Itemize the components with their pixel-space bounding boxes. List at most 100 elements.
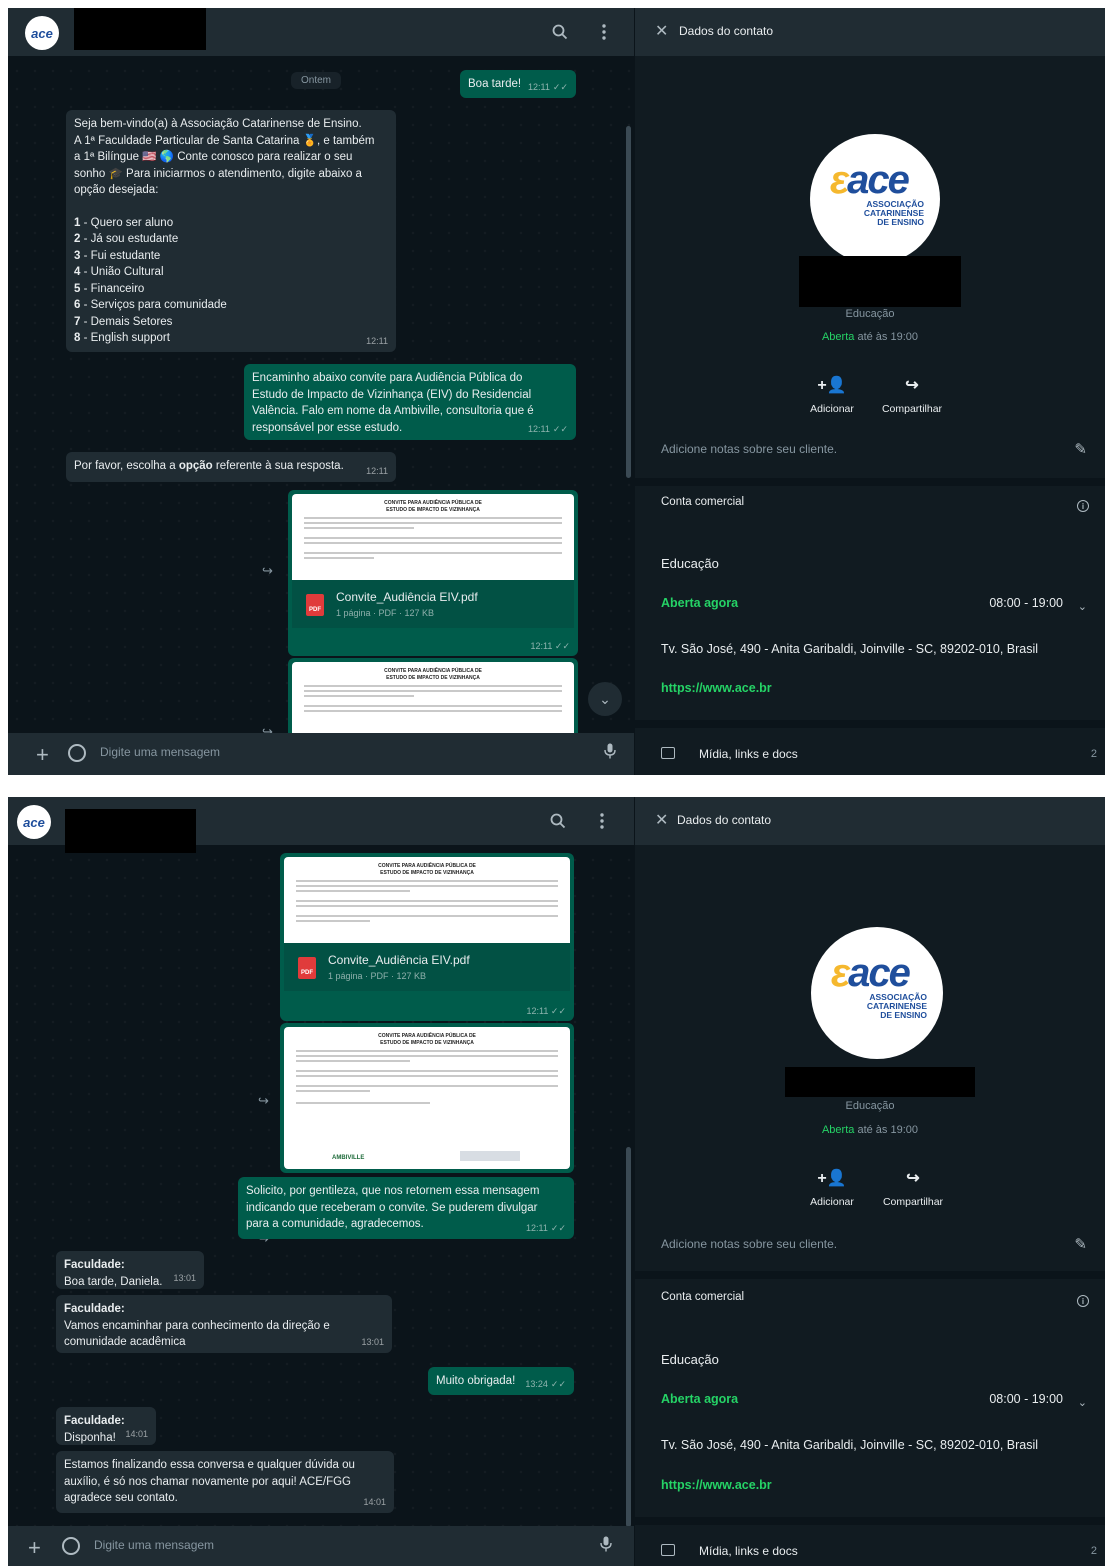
message-input[interactable]: Digite uma mensagem: [100, 745, 220, 759]
message-line: Vamos encaminhar para conhecimento da di…: [64, 1319, 330, 1332]
ambiville-logo: AMBIVILLE: [332, 1155, 365, 1161]
message-input[interactable]: Digite uma mensagem: [94, 1538, 214, 1552]
message-incoming-forward[interactable]: Faculdade: Vamos encaminhar para conheci…: [56, 1295, 392, 1353]
add-contact-button[interactable]: +👤 Adicionar: [787, 1168, 877, 1208]
emoji-icon[interactable]: [62, 1537, 80, 1555]
close-icon[interactable]: ✕: [655, 21, 668, 41]
scrollbar[interactable]: [626, 1147, 631, 1527]
add-contact-button[interactable]: +👤 Adicionar: [787, 375, 877, 415]
message-incoming-disponha[interactable]: Faculdade: Disponha! 14:01: [56, 1407, 156, 1445]
message-outgoing[interactable]: Boa tarde! 12:11 ✓✓: [460, 70, 576, 98]
redacted-contact-name: [65, 809, 196, 853]
pdf-file-icon: PDF: [306, 594, 324, 616]
day-separator: Ontem: [291, 72, 342, 89]
section-divider: [635, 1517, 1105, 1525]
info-icon[interactable]: i: [1077, 500, 1089, 512]
pdf-image-attachment[interactable]: CONVITE PARA AUDIÊNCIA PÚBLICA DE ESTUDO …: [280, 1023, 574, 1173]
media-label: Mídia, links e docs: [699, 747, 798, 761]
message-outgoing-invite[interactable]: Encaminho abaixo convite para Audiência …: [244, 364, 576, 440]
message-text: Boa tarde, Daniela.: [64, 1275, 163, 1288]
menu-icon[interactable]: [590, 809, 614, 833]
panel-title: Dados do contato: [679, 24, 774, 38]
message-incoming-menu[interactable]: Seja bem-vindo(a) à Associação Catarinen…: [66, 110, 396, 352]
message-time: 13:01: [361, 1336, 384, 1347]
business-website-link[interactable]: https://www.ace.br: [661, 1478, 772, 1492]
contact-logo[interactable]: εace ASSOCIAÇÃO CATARINENSE DE ENSINO: [811, 927, 943, 1059]
doc-line: [304, 557, 374, 559]
read-ticks-icon: ✓✓: [550, 1378, 566, 1389]
contact-category: Educação: [845, 308, 895, 320]
doc-line: [304, 690, 562, 692]
media-count: 2: [1090, 748, 1097, 760]
mic-icon[interactable]: [600, 1536, 612, 1556]
business-hours[interactable]: 08:00 - 19:00: [989, 1392, 1063, 1406]
doc-line: [296, 915, 558, 917]
doc-line: [296, 1090, 370, 1092]
pdf-info[interactable]: PDF Convite_Audiência EIV.pdf 1 página ·…: [292, 580, 574, 628]
chevron-down-icon[interactable]: ⌄: [1078, 1396, 1087, 1409]
contact-open-status: Aberta até às 19:00: [821, 331, 919, 343]
pencil-icon[interactable]: ✎: [1074, 1235, 1087, 1253]
chat-avatar[interactable]: ace: [17, 805, 51, 839]
chevron-down-icon[interactable]: ⌄: [1078, 600, 1087, 613]
message-outgoing-thanks[interactable]: Muito obrigada! 13:24 ✓✓: [428, 1367, 574, 1395]
message-incoming-greeting[interactable]: Faculdade: Boa tarde, Daniela. 13:01: [56, 1251, 204, 1289]
info-icon[interactable]: i: [1077, 1295, 1089, 1307]
pencil-icon[interactable]: ✎: [1074, 440, 1087, 458]
message-outgoing-request[interactable]: Solicito, por gentileza, que nos retorne…: [238, 1177, 574, 1239]
forward-icon[interactable]: ↪: [262, 563, 273, 579]
contact-open-status: Aberta até às 19:00: [821, 1124, 919, 1136]
pdf-info[interactable]: PDF Convite_Audiência EIV.pdf 1 página ·…: [284, 943, 570, 991]
chevron-down-icon: ⌄: [599, 690, 611, 707]
business-website-link[interactable]: https://www.ace.br: [661, 681, 772, 695]
logo-subtitle: ASSOCIAÇÃO CATARINENSE DE ENSINO: [863, 199, 924, 227]
pdf-image-preview[interactable]: CONVITE PARA AUDIÊNCIA PÚBLICA DE ESTUDO …: [284, 1027, 570, 1169]
menu-icon[interactable]: [592, 20, 616, 44]
doc-line: [296, 900, 558, 902]
search-icon[interactable]: [546, 809, 570, 833]
emoji-icon[interactable]: [68, 744, 86, 762]
message-time: 13:01: [173, 1272, 196, 1283]
screenshot-bottom: ace ↪ CONVITE PARA AUDIÊNCIA PÚBLICA DEE…: [8, 797, 1105, 1566]
chat-pane: ace Ontem Boa tarde! 12:11 ✓✓ Seja bem-vi…: [8, 8, 634, 775]
business-open-now[interactable]: Aberta agora: [661, 1392, 738, 1406]
business-category: Educação: [661, 556, 719, 571]
read-ticks-icon: ✓✓: [550, 1006, 566, 1016]
plus-icon[interactable]: +: [36, 742, 49, 768]
media-icon: [661, 1544, 675, 1556]
share-contact-button[interactable]: ↪ Compartilhar: [868, 1168, 958, 1208]
media-links-docs-row[interactable]: Mídia, links e docs 2: [635, 1531, 1105, 1566]
scroll-down-button[interactable]: ⌄: [588, 682, 622, 716]
share-contact-button[interactable]: ↪ Compartilhar: [867, 375, 957, 415]
pdf-attachment[interactable]: CONVITE PARA AUDIÊNCIA PÚBLICA DE ESTUDO …: [288, 490, 578, 656]
notes-field[interactable]: Adicione notas sobre seu cliente.: [661, 442, 837, 456]
message-line: Encaminho abaixo convite para Audiência …: [252, 372, 523, 384]
mic-icon[interactable]: [604, 743, 616, 763]
business-hours[interactable]: 08:00 - 19:00: [989, 596, 1063, 610]
plus-icon[interactable]: +: [28, 1535, 41, 1561]
doc-line: [304, 542, 562, 544]
pdf-doc-title: CONVITE PARA AUDIÊNCIA PÚBLICA DE ESTUDO …: [384, 668, 482, 681]
contact-logo[interactable]: εace ASSOCIAÇÃO CATARINENSE DE ENSINO: [810, 134, 940, 264]
menu-option: 5 - Financeiro: [74, 282, 145, 295]
message-incoming-closing[interactable]: Estamos finalizando essa conversa e qual…: [56, 1451, 394, 1513]
media-links-docs-row[interactable]: Mídia, links e docs 2: [635, 734, 1105, 775]
avatar-logo-text: ace: [31, 25, 53, 41]
read-ticks-icon: ✓✓: [552, 423, 568, 434]
forward-icon[interactable]: ↪: [258, 1093, 269, 1109]
chat-avatar[interactable]: ace: [25, 16, 59, 50]
section-divider: [635, 720, 1105, 728]
pdf-attachment[interactable]: CONVITE PARA AUDIÊNCIA PÚBLICA DE ESTUDO …: [280, 853, 574, 1021]
search-icon[interactable]: [548, 20, 572, 44]
business-open-now[interactable]: Aberta agora: [661, 596, 738, 610]
doc-line: [296, 1055, 558, 1057]
notes-field[interactable]: Adicione notas sobre seu cliente.: [661, 1237, 837, 1251]
scrollbar[interactable]: [626, 126, 631, 478]
message-time: 12:11: [366, 335, 388, 346]
pdf-preview[interactable]: CONVITE PARA AUDIÊNCIA PÚBLICA DE ESTUDO …: [292, 494, 574, 580]
message-incoming-choose[interactable]: Por favor, escolha a opção referente à s…: [66, 452, 396, 482]
close-icon[interactable]: ✕: [655, 810, 668, 830]
menu-option: 4 - União Cultural: [74, 266, 164, 278]
pdf-preview[interactable]: CONVITE PARA AUDIÊNCIA PÚBLICA DE ESTUDO …: [284, 857, 570, 943]
message-time: 12:11 ✓✓: [528, 81, 568, 92]
